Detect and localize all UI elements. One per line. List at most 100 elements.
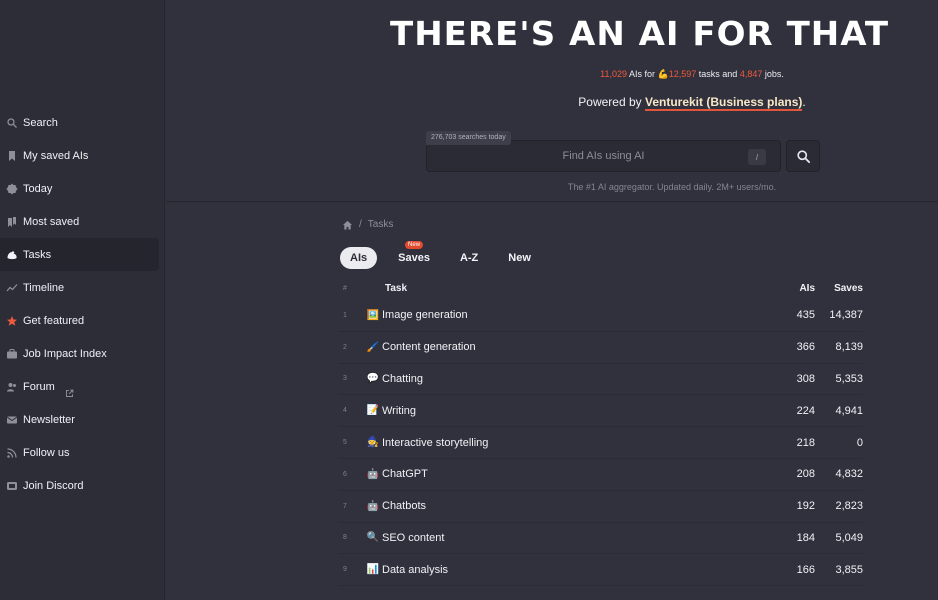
search-button[interactable] bbox=[786, 140, 820, 172]
saves-count-cell: 14,387 bbox=[829, 309, 863, 322]
task-cell: 🔍 SEO content bbox=[365, 532, 765, 544]
tab-new[interactable]: New bbox=[499, 247, 540, 269]
task-name[interactable]: ChatGPT bbox=[382, 468, 428, 480]
search-count-badge: 276,703 searches today bbox=[426, 131, 511, 145]
task-cell: 🖌️ Content generation bbox=[365, 341, 765, 353]
table-row[interactable]: 9 📊 Data analysis 166 3,855 bbox=[338, 554, 863, 587]
header-ais[interactable]: AIs bbox=[765, 283, 815, 294]
task-emoji-icon: 💬 bbox=[366, 373, 380, 385]
ais-count-cell: 308 bbox=[796, 372, 815, 385]
search-input[interactable] bbox=[427, 141, 780, 171]
task-emoji-icon: 🤖 bbox=[366, 468, 380, 480]
task-name[interactable]: Chatting bbox=[382, 373, 423, 385]
table-row[interactable]: 4 📝 Writing 224 4,941 bbox=[338, 395, 863, 428]
tagline: The #1 AI aggregator. Updated daily. 2M+… bbox=[567, 182, 777, 192]
header-saves[interactable]: Saves bbox=[815, 283, 863, 294]
sidebar-item-most-saved[interactable]: Most saved bbox=[0, 205, 165, 238]
bookmark-icon bbox=[5, 149, 19, 163]
task-emoji-icon: 🧙 bbox=[366, 437, 380, 449]
sidebar-nav: Search My saved AIs Today Most saved Tasks Ti… bbox=[0, 106, 165, 502]
rss-icon bbox=[5, 446, 19, 460]
tab-a-z[interactable]: A-Z bbox=[451, 247, 487, 269]
task-emoji-icon: 🖼️ bbox=[366, 309, 380, 321]
table-row[interactable]: 8 🔍 SEO content 184 5,049 bbox=[338, 523, 863, 555]
powered-suffix: . bbox=[802, 95, 806, 109]
powered-by: Powered by Venturekit (Business plans). bbox=[166, 95, 938, 111]
table-row[interactable]: 7 🤖 Chatbots 192 2,823 bbox=[338, 491, 863, 523]
main-content: THERE'S AN AI FOR THAT 11,029 AIs for 💪1… bbox=[166, 0, 938, 600]
sidebar-item-timeline[interactable]: Timeline bbox=[0, 271, 165, 304]
discord-icon bbox=[5, 479, 19, 493]
sidebar-item-join-discord[interactable]: Join Discord bbox=[0, 469, 165, 502]
sidebar-item-my-saved-ais[interactable]: My saved AIs bbox=[0, 139, 165, 172]
sidebar-item-label: My saved AIs bbox=[23, 149, 89, 162]
tab-label: AIs bbox=[350, 252, 368, 264]
tab-ais[interactable]: AIs bbox=[340, 247, 378, 269]
saves-count-cell: 4,832 bbox=[835, 468, 863, 481]
breadcrumb-current: Tasks bbox=[367, 219, 394, 230]
sidebar-item-label: Timeline bbox=[23, 281, 65, 294]
task-cell: 📊 Data analysis bbox=[365, 564, 765, 576]
task-name[interactable]: Chatbots bbox=[382, 500, 426, 512]
search-icon bbox=[5, 116, 19, 130]
sidebar-item-get-featured[interactable]: Get featured bbox=[0, 304, 165, 337]
task-name[interactable]: Image generation bbox=[382, 309, 468, 321]
shortcut-key: / bbox=[748, 149, 766, 165]
sidebar-item-today[interactable]: Today bbox=[0, 172, 165, 205]
row-index: 7 bbox=[343, 502, 347, 510]
task-cell: 📝 Writing bbox=[365, 405, 765, 417]
stats-line: 11,029 AIs for 💪12,597 tasks and 4,847 j… bbox=[166, 69, 938, 80]
sidebar-item-job-impact-index[interactable]: Job Impact Index bbox=[0, 337, 165, 370]
ais-count-cell: 366 bbox=[796, 341, 815, 354]
sidebar-item-tasks[interactable]: Tasks bbox=[0, 238, 159, 271]
saves-count-cell: 3,855 bbox=[835, 563, 863, 576]
breadcrumb: / Tasks bbox=[342, 219, 393, 230]
tab-saves[interactable]: Saves New bbox=[389, 241, 439, 269]
task-name[interactable]: SEO content bbox=[382, 532, 444, 544]
home-icon[interactable] bbox=[342, 220, 353, 230]
header-index: # bbox=[343, 284, 347, 292]
tab-label: Saves bbox=[398, 252, 430, 264]
table-row[interactable]: 2 🖌️ Content generation 366 8,139 bbox=[338, 332, 863, 364]
mail-icon bbox=[5, 413, 19, 427]
row-index: 5 bbox=[343, 439, 347, 447]
task-name[interactable]: Data analysis bbox=[382, 564, 448, 576]
sidebar-item-label: Forum bbox=[23, 380, 55, 393]
sort-tabs: AIs Saves New A-Z New bbox=[340, 241, 552, 269]
briefcase-icon bbox=[5, 347, 19, 361]
ais-count-cell: 166 bbox=[796, 563, 815, 576]
sidebar-item-label: Follow us bbox=[23, 446, 70, 459]
task-name[interactable]: Content generation bbox=[382, 341, 476, 353]
sidebar-item-search[interactable]: Search bbox=[0, 106, 165, 139]
task-emoji-icon: 🔍 bbox=[366, 532, 380, 544]
sidebar-item-forum[interactable]: Forum bbox=[0, 370, 165, 403]
task-cell: 🤖 Chatbots bbox=[365, 500, 765, 512]
row-index: 4 bbox=[343, 407, 347, 415]
task-name[interactable]: Writing bbox=[382, 405, 416, 417]
sidebar-item-follow-us[interactable]: Follow us bbox=[0, 436, 165, 469]
ais-for-text: AIs for bbox=[628, 69, 655, 79]
hero-header: THERE'S AN AI FOR THAT 11,029 AIs for 💪1… bbox=[166, 0, 938, 202]
sidebar-item-label: Tasks bbox=[23, 248, 52, 261]
brand-title: THERE'S AN AI FOR THAT bbox=[390, 14, 890, 54]
row-index: 6 bbox=[343, 470, 347, 478]
table-row[interactable]: 3 💬 Chatting 308 5,353 bbox=[338, 364, 863, 396]
sidebar-item-label: Most saved bbox=[23, 215, 80, 228]
ais-count-cell: 224 bbox=[796, 404, 815, 417]
table-row[interactable]: 1 🖼️ Image generation 435 14,387 bbox=[338, 300, 863, 332]
tasks-and-text: tasks and bbox=[698, 69, 738, 79]
sidebar-item-newsletter[interactable]: Newsletter bbox=[0, 403, 165, 436]
task-cell: 💬 Chatting bbox=[365, 373, 765, 385]
row-index: 9 bbox=[343, 566, 347, 574]
tab-label: New bbox=[508, 252, 531, 264]
table-body: 1 🖼️ Image generation 435 14,387 2 🖌️ Content g… bbox=[338, 300, 863, 587]
table-header: # Task AIs Saves bbox=[338, 276, 863, 300]
new-badge: New bbox=[405, 241, 424, 249]
venturekit-link[interactable]: Venturekit (Business plans) bbox=[644, 95, 803, 111]
task-name[interactable]: Interactive storytelling bbox=[382, 437, 488, 449]
table-row[interactable]: 6 🤖 ChatGPT 208 4,832 bbox=[338, 459, 863, 491]
trend-line-icon bbox=[5, 281, 19, 295]
table-row[interactable]: 5 🧙 Interactive storytelling 218 0 bbox=[338, 427, 863, 459]
search-area: 276,703 searches today / bbox=[426, 131, 781, 172]
saves-count-cell: 2,823 bbox=[835, 500, 863, 513]
